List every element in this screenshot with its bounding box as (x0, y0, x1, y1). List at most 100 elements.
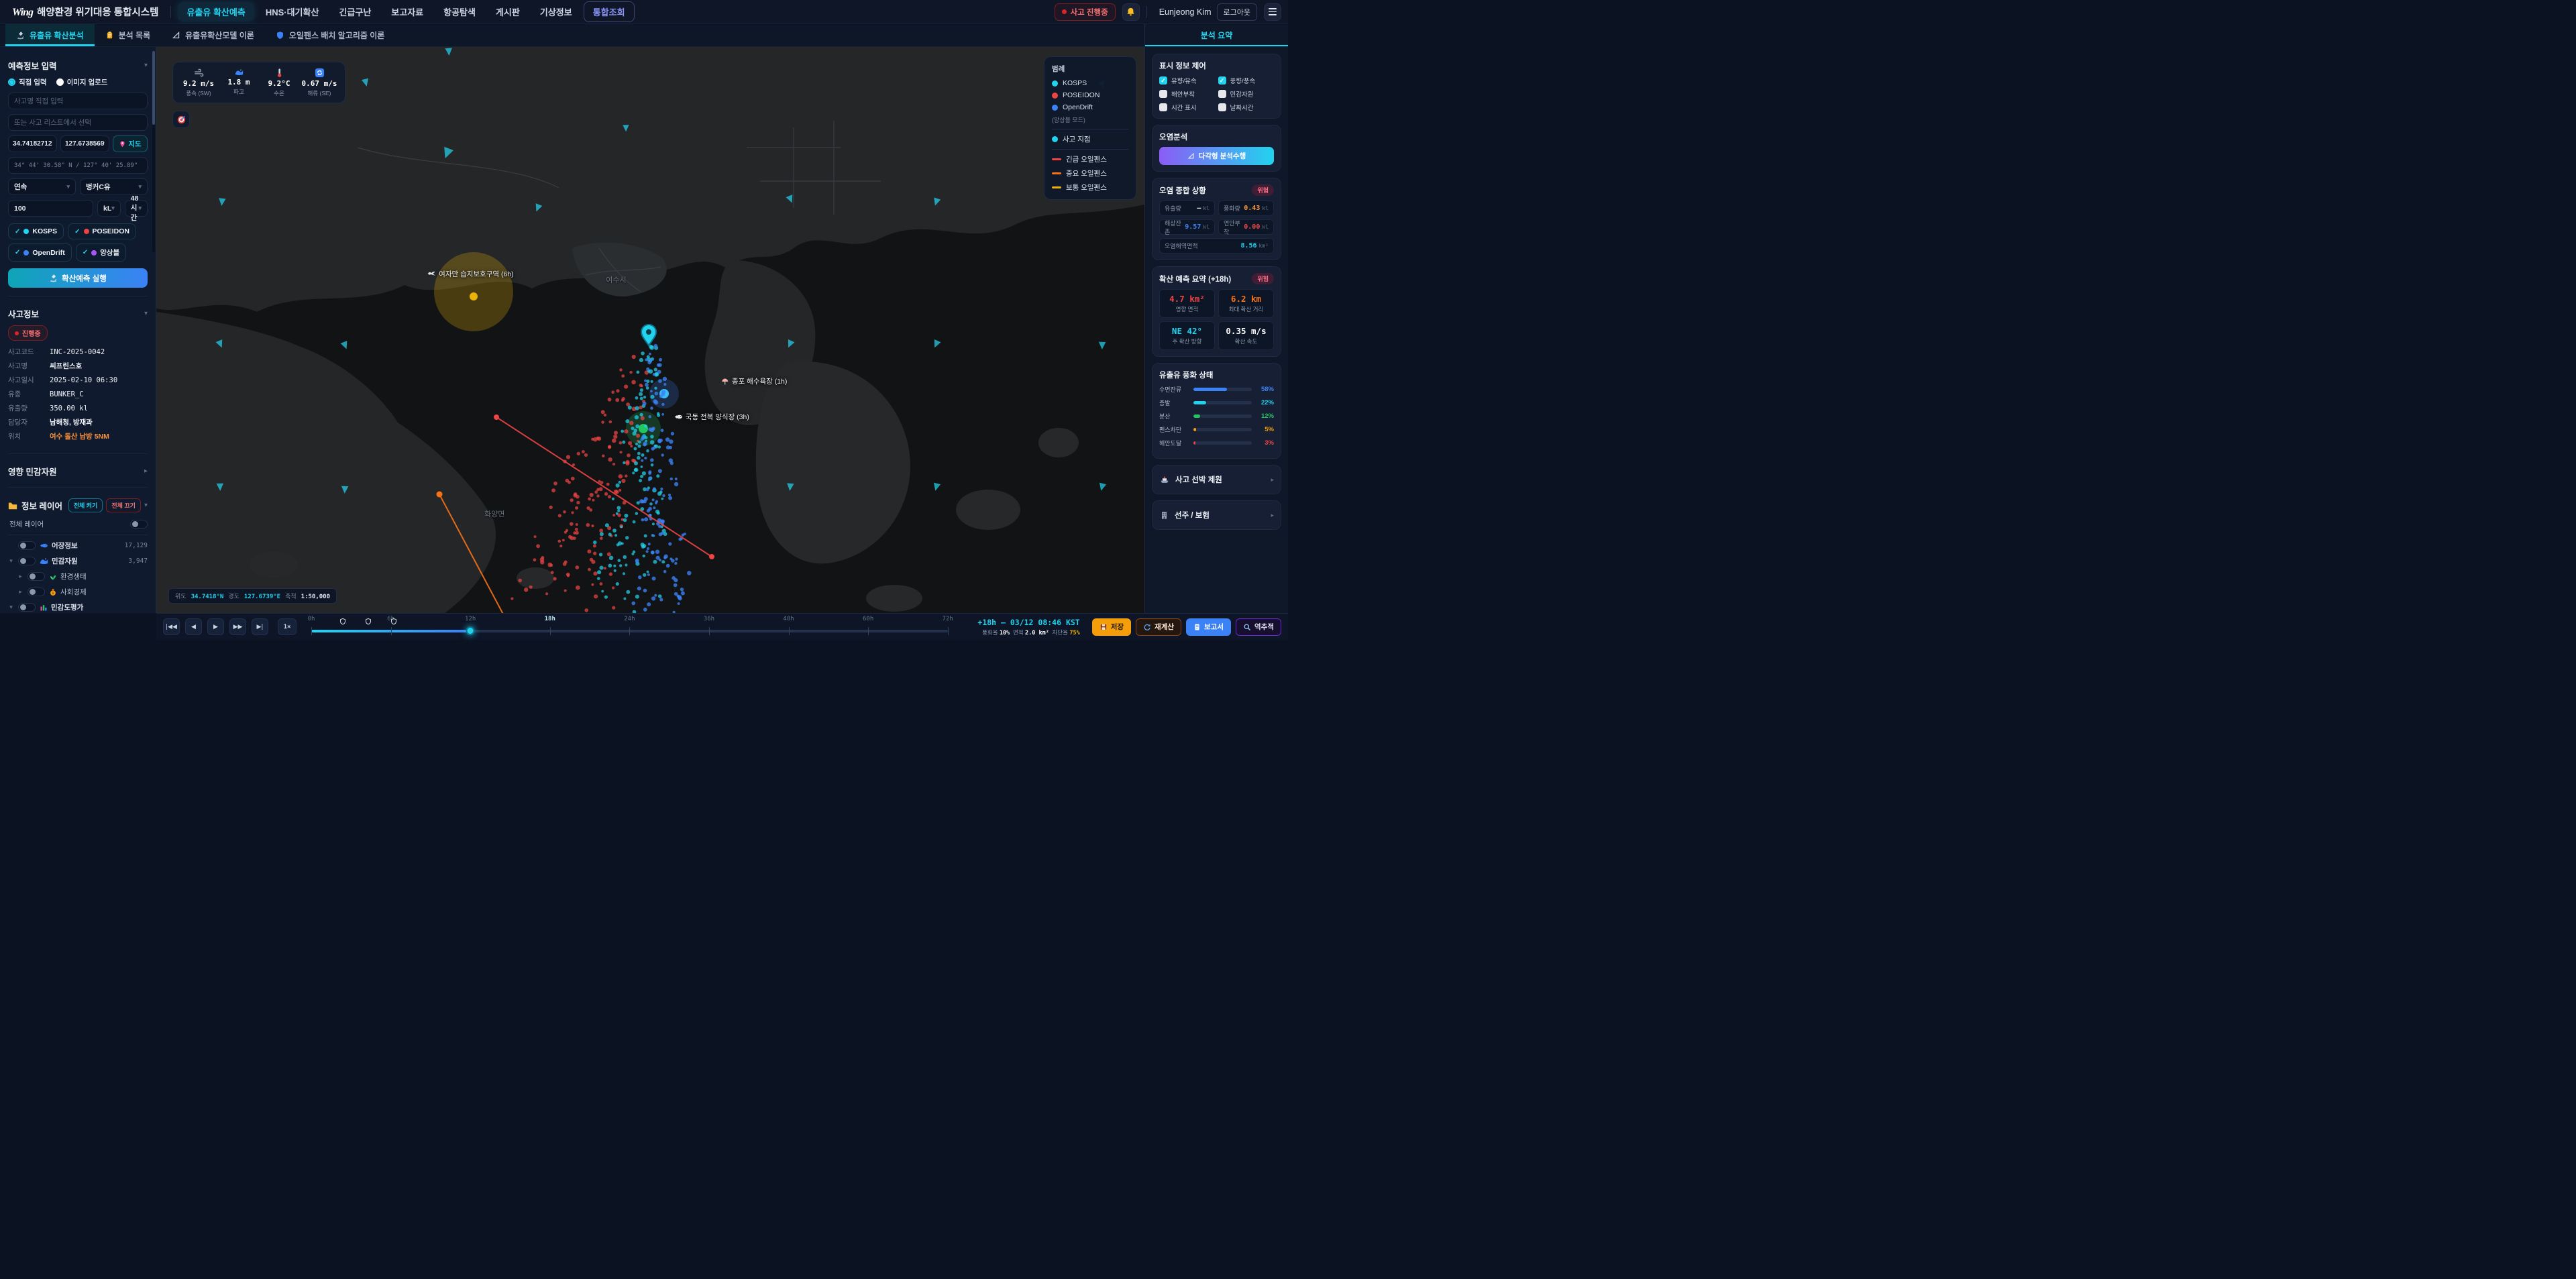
playback-speed-button[interactable]: 1× (278, 618, 297, 635)
subnav-유출유 확산분석[interactable]: 유출유 확산분석 (5, 24, 95, 46)
radio-image-upload[interactable]: 이미지 업로드 (56, 77, 108, 87)
tile-label: 주 확산 방향 (1163, 337, 1212, 345)
radio-direct-input[interactable]: 직접 입력 (8, 77, 47, 87)
layers-all-off-button[interactable]: 전체 끄기 (106, 498, 141, 512)
subnav-오일펜스 배치 알고리즘 이론[interactable]: 오일펜스 배치 알고리즘 이론 (265, 24, 395, 46)
latitude-input[interactable] (8, 135, 57, 152)
fence-deploy-marker[interactable] (339, 618, 346, 625)
layer-toggle[interactable] (18, 557, 36, 565)
chevron-right-icon[interactable]: ▸ (144, 467, 148, 475)
weather-overlay: 9.2 m/s풍속 (SW)1.8 m파고9.2°C수온0.67 m/s해류 (… (172, 62, 345, 103)
bar-label: 해안도달 (1159, 439, 1189, 447)
notification-button[interactable] (1122, 3, 1140, 21)
skip-start-button[interactable]: |◀◀ (163, 618, 180, 635)
step-back-button[interactable]: ◀ (185, 618, 202, 635)
dms-readout (8, 157, 148, 174)
fast-forward-button[interactable]: ▶▶ (229, 618, 246, 635)
display-check-시간 표시[interactable]: 시간 표시 (1159, 103, 1216, 112)
map-canvas[interactable]: 9.2 m/s풍속 (SW)1.8 m파고9.2°C수온0.67 m/s해류 (… (156, 47, 1144, 613)
display-check-민감자원[interactable]: 민감자원 (1218, 89, 1275, 99)
nav-tab-긴급구난[interactable]: 긴급구난 (330, 2, 380, 21)
model-toggle-KOSPS[interactable]: ✓KOSPS (8, 223, 64, 239)
nav-tab-기상정보[interactable]: 기상정보 (531, 2, 581, 21)
timeline-stat-면적: 면적 2.0 km² (1010, 629, 1049, 636)
subnav-유출유확산모델 이론[interactable]: 유출유확산모델 이론 (161, 24, 265, 46)
incident-list-input[interactable] (8, 114, 148, 131)
weather-stat: 1.8 m파고 (220, 68, 258, 97)
display-check-날짜시간[interactable]: 날짜시간 (1218, 103, 1275, 112)
tree-arrow-icon[interactable]: ▾ (8, 604, 14, 611)
역추적-button[interactable]: 역추적 (1236, 618, 1281, 636)
amount-input[interactable] (8, 200, 93, 217)
polygon-analysis-button[interactable]: 다각형 분석수행 (1159, 147, 1274, 165)
fence-deploy-marker[interactable] (390, 618, 397, 625)
tile-value: 6.2 km (1222, 294, 1271, 304)
time-slider[interactable]: 0h6h12h18h24h36h48h60h72h (311, 616, 948, 638)
logout-button[interactable]: 로그아웃 (1217, 3, 1257, 21)
weathering-card: 유출유 풍화 상태 수면잔류58%증발22%분산12%펜스차단5%해안도달3% (1152, 363, 1281, 459)
play-button[interactable]: ▶ (207, 618, 224, 635)
nav-tab-HNS·대기확산[interactable]: HNS·대기확산 (257, 2, 328, 21)
spill-type-select[interactable]: 연속▾ (8, 178, 76, 195)
model-toggle-POSEIDON[interactable]: ✓POSEIDON (68, 223, 136, 239)
legend-accident-point: 사고 지점 (1052, 134, 1128, 144)
oil-type-select[interactable]: 벙커C유▾ (80, 178, 148, 195)
longitude-input[interactable] (60, 135, 109, 152)
skip-end-button[interactable]: ▶| (252, 618, 268, 635)
summary-panel-header[interactable]: 분석 요약 (1144, 24, 1288, 46)
bar-track (1193, 441, 1252, 445)
layer-toggle[interactable] (18, 603, 36, 612)
nav-tab-보고자료[interactable]: 보고자료 (382, 2, 432, 21)
incident-name-input[interactable] (8, 93, 148, 109)
weather-stat: 9.2°C수온 (260, 68, 298, 97)
map-base (156, 47, 1144, 613)
pick-on-map-button[interactable]: 지도 (113, 135, 148, 152)
fence-deploy-marker[interactable] (365, 618, 372, 625)
chevron-down-icon[interactable]: ▾ (144, 62, 148, 69)
nav-tab-통합조회[interactable]: 통합조회 (584, 1, 635, 22)
display-check-풍향/풍속[interactable]: ✓풍향/풍속 (1218, 76, 1275, 85)
fence-swatch-icon (1052, 172, 1061, 174)
보고서-button[interactable]: 보고서 (1186, 618, 1231, 636)
layer-toggle[interactable] (28, 588, 45, 596)
tree-arrow-icon[interactable]: ▾ (8, 557, 14, 565)
wave-icon (235, 68, 244, 76)
ship-spec-card[interactable]: 사고 선박 제원 ▸ (1152, 465, 1281, 494)
unit-select[interactable]: kL▾ (97, 200, 121, 217)
owner-insurance-card[interactable]: 선주 / 보험 ▸ (1152, 500, 1281, 530)
chevron-down-icon[interactable]: ▾ (144, 310, 148, 317)
nav-tab-게시판[interactable]: 게시판 (487, 2, 529, 21)
재계산-button[interactable]: 재계산 (1136, 618, 1181, 636)
field-label: 담당자 (8, 417, 50, 427)
menu-button[interactable] (1264, 3, 1281, 21)
field-value: 350.00 kl (50, 404, 88, 412)
slider-thumb[interactable] (466, 626, 475, 635)
duration-select[interactable]: 48시간▾ (125, 200, 148, 217)
run-prediction-button[interactable]: 확산예측 실행 (8, 268, 148, 288)
display-check-유향/유속[interactable]: ✓유향/유속 (1159, 76, 1216, 85)
legend-note: (앙상블 모드) (1052, 115, 1128, 124)
time-label-36h: 36h (704, 616, 714, 622)
model-toggle-앙상블[interactable]: ✓앙상블 (76, 243, 126, 262)
model-toggle-OpenDrift[interactable]: ✓OpenDrift (8, 243, 72, 262)
wetland-dot[interactable] (470, 292, 478, 300)
sidebar-scrollbar[interactable] (152, 51, 155, 252)
nav-tab-항공탐색[interactable]: 항공탐색 (435, 2, 484, 21)
master-layer-toggle[interactable] (130, 520, 148, 529)
layers-all-on-button[interactable]: 전체 켜기 (68, 498, 103, 512)
incident-status-badge[interactable]: 사고 진행중 (1055, 3, 1116, 21)
tree-arrow-icon[interactable]: ▸ (17, 573, 23, 580)
chevron-down-icon[interactable]: ▾ (144, 502, 148, 509)
weathering-bar-펜스차단: 펜스차단5% (1159, 425, 1274, 434)
nav-tab-유출유 확산예측[interactable]: 유출유 확산예측 (178, 2, 254, 21)
money-icon: $ (49, 588, 57, 596)
저장-button[interactable]: 저장 (1092, 618, 1131, 636)
subnav-분석 목록[interactable]: 분석 목록 (95, 24, 162, 46)
place-label: 화양면 (484, 508, 504, 519)
layer-toggle[interactable] (28, 572, 45, 581)
tree-arrow-icon[interactable]: ▸ (17, 588, 23, 596)
display-check-해안부착[interactable]: 해안부착 (1159, 89, 1216, 99)
layer-toggle[interactable] (18, 541, 36, 550)
locate-incident-button[interactable] (172, 111, 190, 128)
incident-field: 사고코드INC-2025-0042 (8, 347, 148, 357)
